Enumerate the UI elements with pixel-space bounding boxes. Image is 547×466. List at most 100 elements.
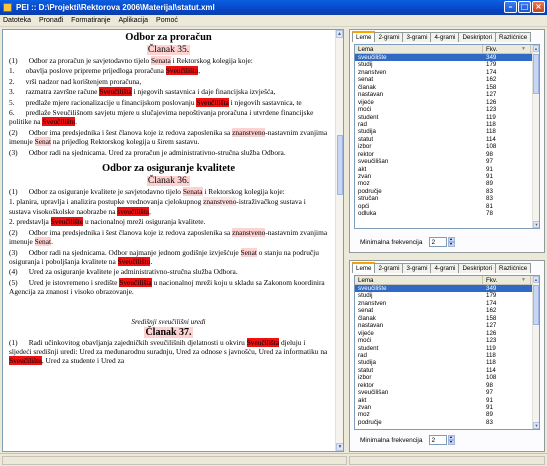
tab-deskriptori[interactable]: Deskriptori [458,263,497,273]
scroll-down-arrow-icon[interactable]: ▼ [336,443,343,451]
list-item[interactable]: odluka 78 [355,210,539,217]
list-item[interactable]: vijeće 126 [355,330,539,337]
list-item[interactable]: sveučilište 349 [355,285,539,293]
tab-4-grami[interactable]: 4-grami [430,32,460,42]
list-item[interactable]: studija 118 [355,128,539,135]
scroll-down-arrow-icon[interactable]: ▼ [533,221,539,228]
list-item[interactable]: područje 83 [355,419,539,426]
frequency-cell: 83 [486,418,493,426]
tab-4-grami[interactable]: 4-grami [430,263,460,273]
scroll-up-arrow-icon[interactable]: ▲ [533,276,539,283]
min-frequency-input[interactable]: 2 [428,435,447,445]
sort-down-icon: ▼ [521,277,526,283]
document-panel[interactable]: Odbor za proračun Članak 35. (1) Odbor z… [2,29,344,452]
list-item[interactable]: sveučilišan 97 [355,158,539,165]
tab-3-grami[interactable]: 3-grami [402,32,432,42]
list-item[interactable]: moz 89 [355,180,539,187]
scroll-up-arrow-icon[interactable]: ▲ [533,45,539,52]
list-item[interactable]: statut 114 [355,136,539,143]
list-item[interactable]: moz 89 [355,411,539,418]
close-button[interactable]: × [532,1,545,13]
list-item[interactable]: akt 91 [355,397,539,404]
tab-3-grami[interactable]: 3-grami [402,263,432,273]
list-item[interactable]: student 119 [355,114,539,121]
lemma-cell: moz [358,411,370,419]
list-item[interactable]: rad 118 [355,121,539,128]
list-item[interactable]: rektor 98 [355,151,539,158]
frequency-cell: 174 [486,299,497,307]
document-text[interactable]: Odbor za proračun Članak 35. (1) Odbor z… [3,30,336,451]
maximize-button[interactable]: □ [518,1,531,13]
list-item[interactable]: studij 179 [355,61,539,68]
list-item[interactable]: sveučilišan 97 [355,389,539,396]
list-item[interactable]: nastavan 127 [355,322,539,329]
lemma-cell: studija [358,359,376,367]
min-frequency-stepper[interactable]: ▲ ▼ [447,237,455,247]
minimize-button[interactable]: – [504,1,517,13]
scroll-thumb[interactable] [337,135,343,195]
tab-2-grami[interactable]: 2-grami [374,32,404,42]
menu-aplikacija[interactable]: Aplikacija [118,17,148,24]
list-item[interactable]: opći 81 [355,203,539,210]
list-item[interactable]: područje 83 [355,188,539,195]
frequency-cell: 174 [486,68,497,76]
list-item[interactable]: članak 158 [355,315,539,322]
list-header: Lema Fkv. ▼ [355,276,539,285]
min-frequency-stepper[interactable]: ▲ ▼ [447,435,455,445]
list-item[interactable]: moći 123 [355,337,539,344]
tab-razlicnice[interactable]: Razlićnice [495,263,532,273]
lemma-cell: zvan [358,404,372,411]
list-item[interactable]: senat 162 [355,76,539,83]
tab-leme[interactable]: Leme [352,262,376,273]
list-item[interactable]: članak 158 [355,84,539,91]
title-bar: PEI :: D:\Projekti\Rektorova 2006\Materi… [0,0,547,15]
min-frequency-input[interactable]: 2 [428,237,447,247]
scroll-up-arrow-icon[interactable]: ▲ [336,30,343,38]
list-item[interactable]: akt 91 [355,166,539,173]
list-item[interactable]: statut 114 [355,367,539,374]
list-item[interactable]: izbor 108 [355,374,539,381]
tab-leme[interactable]: Leme [352,31,376,42]
list-item[interactable]: nastavan 127 [355,91,539,98]
list-item[interactable]: znanstven 174 [355,69,539,76]
stepper-down-icon[interactable]: ▼ [447,242,455,247]
lemma-list[interactable]: Lema Fkv. ▼ sveučilište 349 studij 179 znanst… [354,275,540,430]
scroll-thumb[interactable] [533,54,539,94]
list-item[interactable]: moći 123 [355,106,539,113]
list-item[interactable]: sveučilište 349 [355,54,539,62]
list-item[interactable]: izbor 108 [355,143,539,150]
scroll-thumb[interactable] [533,285,539,325]
list-item[interactable]: zvan 91 [355,173,539,180]
list-item[interactable]: studija 118 [355,359,539,366]
list-item[interactable]: senat 162 [355,307,539,314]
list-item[interactable]: vijeće 126 [355,99,539,106]
lemma-list[interactable]: Lema Fkv. ▼ sveučilište 349 studij 179 znanst… [354,44,540,229]
list-item[interactable]: studij 179 [355,292,539,299]
menu-pomoc[interactable]: Pomoć [156,17,178,24]
tab-razlicnice[interactable]: Razlićnice [495,32,532,42]
list-item[interactable]: znanstven 174 [355,300,539,307]
scroll-down-arrow-icon[interactable]: ▼ [533,422,539,429]
column-header-lema[interactable]: Lema [355,45,483,53]
column-header-frequency[interactable]: Fkv. ▼ [483,45,531,53]
column-header-lema[interactable]: Lema [355,276,483,284]
list-scrollbar[interactable]: ▲ ▼ [532,276,539,429]
lemma-cell: sveučilište [358,54,387,61]
stepper-down-icon[interactable]: ▼ [447,440,455,445]
column-header-frequency[interactable]: Fkv. ▼ [483,276,531,284]
document-scrollbar[interactable]: ▲ ▼ [335,30,343,451]
menu-datoteka[interactable]: Datoteka [3,17,31,24]
list-item[interactable]: student 119 [355,345,539,352]
list-scrollbar[interactable]: ▲ ▼ [532,45,539,228]
menu-formatiranje[interactable]: Formatiranje [71,17,110,24]
lemma-cell: akt [358,165,367,173]
frequency-cell: 349 [486,54,497,61]
list-item[interactable]: zvan 91 [355,404,539,411]
menu-pronadi[interactable]: Pronađi [39,17,63,24]
list-item[interactable]: rektor 98 [355,382,539,389]
frequency-cell: 118 [486,120,496,128]
list-item[interactable]: stručan 83 [355,195,539,202]
tab-2-grami[interactable]: 2-grami [374,263,404,273]
list-item[interactable]: rad 118 [355,352,539,359]
tab-deskriptori[interactable]: Deskriptori [458,32,497,42]
